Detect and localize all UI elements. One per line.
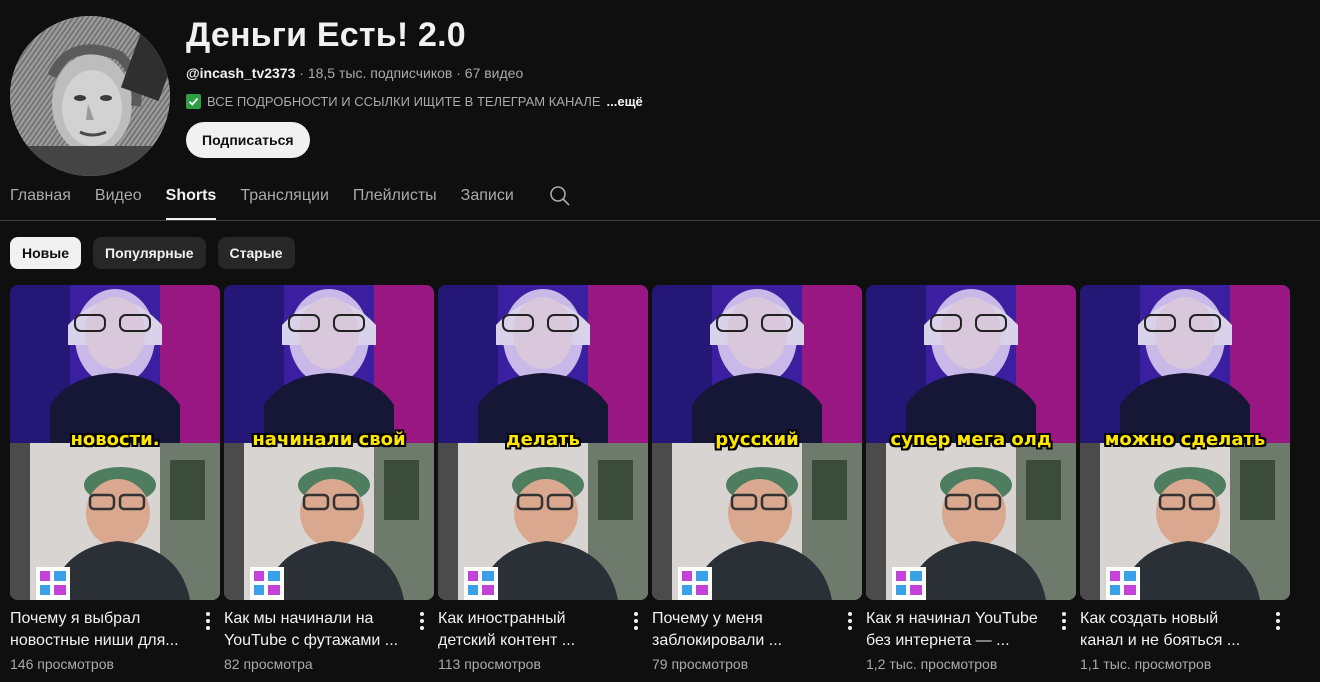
- meta-separator: ·: [456, 65, 461, 81]
- short-title[interactable]: Как иностранный детский контент ...: [438, 608, 618, 652]
- tab-home[interactable]: Главная: [10, 178, 71, 220]
- more-link[interactable]: ...ещё: [607, 94, 643, 109]
- short-title[interactable]: Как мы начинали на YouTube с футажами ..…: [224, 608, 404, 652]
- channel-handle: @incash_tv2373: [186, 65, 296, 81]
- short-caption: русский: [715, 429, 799, 450]
- channel-title: Деньги Есть! 2.0: [186, 16, 466, 54]
- avatar-banknote-portrait: [10, 16, 170, 176]
- chip-newest[interactable]: Новые: [10, 237, 82, 269]
- channel-tabs: Главная Видео Shorts Трансляции Плейлист…: [10, 178, 572, 220]
- shorts-grid: новости. Почему я выбрал новостные ниши …: [10, 285, 1290, 672]
- channel-description[interactable]: ВСЕ ПОДРОБНОСТИ И ССЫЛКИ ИЩИТЕ В ТЕЛЕГРА…: [186, 94, 643, 109]
- tab-videos[interactable]: Видео: [95, 178, 142, 220]
- short-card[interactable]: можно сделать Как создать новый канал и …: [1080, 285, 1290, 672]
- tab-shorts[interactable]: Shorts: [165, 178, 216, 220]
- chip-popular[interactable]: Популярные: [93, 237, 206, 269]
- short-card[interactable]: новости. Почему я выбрал новостные ниши …: [10, 285, 220, 672]
- short-thumbnail[interactable]: начинали свой: [224, 285, 434, 600]
- short-caption: супер мега олд: [890, 429, 1052, 450]
- short-title[interactable]: Как я начинал YouTube без интернета — ..…: [866, 608, 1046, 652]
- short-views: 82 просмотра: [224, 656, 313, 672]
- tab-live[interactable]: Трансляции: [240, 178, 329, 220]
- short-thumbnail[interactable]: супер мега олд: [866, 285, 1076, 600]
- short-title[interactable]: Почему я выбрал новостные ниши для...: [10, 608, 190, 652]
- subscriber-count: 18,5 тыс. подписчиков: [307, 65, 453, 81]
- tabs-divider: [0, 220, 1320, 221]
- short-card[interactable]: русский Почему у меня заблокировали ... …: [652, 285, 862, 672]
- short-views: 1,2 тыс. просмотров: [866, 656, 998, 672]
- tab-playlists[interactable]: Плейлисты: [353, 178, 437, 220]
- short-title[interactable]: Как создать новый канал и не бояться ...: [1080, 608, 1260, 652]
- short-thumbnail[interactable]: русский: [652, 285, 862, 600]
- short-caption: начинали свой: [252, 429, 406, 450]
- short-card[interactable]: делать Как иностранный детский контент .…: [438, 285, 648, 672]
- video-count: 67 видео: [464, 65, 524, 81]
- short-views: 1,1 тыс. просмотров: [1080, 656, 1212, 672]
- more-options-icon[interactable]: [842, 609, 858, 633]
- short-views: 146 просмотров: [10, 656, 114, 672]
- short-caption: можно сделать: [1104, 429, 1266, 450]
- subscribe-button[interactable]: Подписаться: [186, 122, 310, 158]
- short-views: 113 просмотров: [438, 656, 541, 672]
- short-caption: делать: [506, 429, 580, 450]
- more-options-icon[interactable]: [200, 609, 216, 633]
- more-options-icon[interactable]: [1270, 609, 1286, 633]
- channel-meta: @incash_tv2373 · 18,5 тыс. подписчиков ·…: [186, 65, 523, 81]
- short-title[interactable]: Почему у меня заблокировали ...: [652, 608, 832, 652]
- more-options-icon[interactable]: [414, 609, 430, 633]
- more-options-icon[interactable]: [1056, 609, 1072, 633]
- short-caption: новости.: [70, 429, 160, 450]
- sort-chips: Новые Популярные Старые: [10, 237, 295, 269]
- meta-separator: ·: [299, 65, 304, 81]
- short-views: 79 просмотров: [652, 656, 749, 672]
- tab-posts[interactable]: Записи: [461, 178, 514, 220]
- description-text: ВСЕ ПОДРОБНОСТИ И ССЫЛКИ ИЩИТЕ В ТЕЛЕГРА…: [207, 94, 601, 109]
- chip-oldest[interactable]: Старые: [217, 237, 295, 269]
- channel-avatar[interactable]: [10, 16, 170, 176]
- channel-header: Деньги Есть! 2.0 @incash_tv2373 · 18,5 т…: [10, 8, 1310, 176]
- short-card[interactable]: начинали свой Как мы начинали на YouTube…: [224, 285, 434, 672]
- short-thumbnail[interactable]: делать: [438, 285, 648, 600]
- more-options-icon[interactable]: [628, 609, 644, 633]
- checkmark-icon: [186, 94, 201, 109]
- short-thumbnail[interactable]: новости.: [10, 285, 220, 600]
- short-thumbnail[interactable]: можно сделать: [1080, 285, 1290, 600]
- search-icon[interactable]: [548, 184, 572, 208]
- short-card[interactable]: супер мега олд Как я начинал YouTube без…: [866, 285, 1076, 672]
